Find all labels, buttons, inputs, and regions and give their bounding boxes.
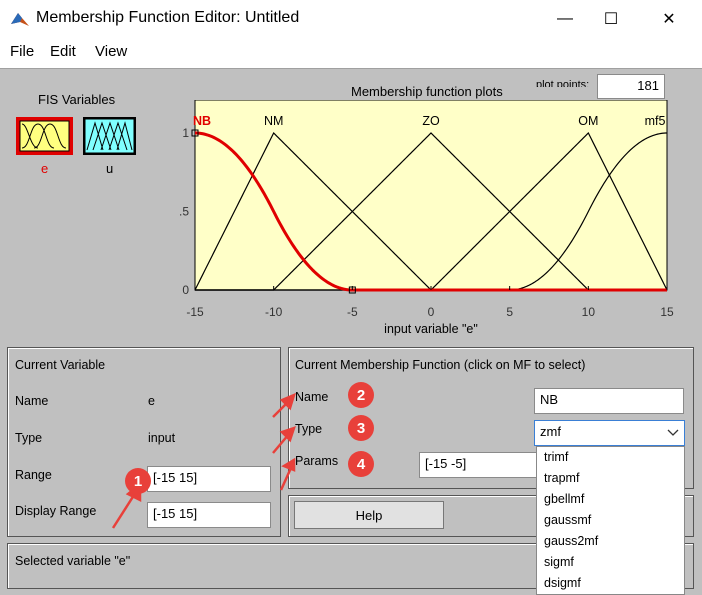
variable-type-value: input [148, 431, 176, 445]
y-tick-label: 1 [182, 126, 189, 140]
mf-name-input[interactable]: NB [534, 388, 684, 414]
range-label: Range [15, 468, 52, 482]
variable-name-label: Name [15, 394, 49, 408]
y-tick-label: 0 [182, 283, 189, 297]
menu-edit[interactable]: Edit [50, 43, 76, 60]
annotation-badge-4: 4 [348, 451, 374, 477]
annotation-badge-3: 3 [348, 415, 374, 441]
x-tick-label: 15 [660, 305, 674, 319]
x-tick-label: 0 [428, 305, 435, 319]
display-range-label: Display Range [15, 504, 97, 518]
matlab-icon [10, 9, 30, 29]
mf-name-label: Name [295, 390, 329, 404]
mf-type-selected: zmf [540, 424, 561, 439]
mf-label-NB[interactable]: NB [193, 114, 211, 128]
mf-label-NM[interactable]: NM [264, 114, 283, 128]
mf-type-dropdown-list: trimf trapmf gbellmf gaussmf gauss2mf si… [536, 446, 685, 595]
y-tick-label: 0.5 [180, 205, 189, 219]
annotation-badge-1: 1 [125, 468, 151, 494]
dropdown-option-trapmf[interactable]: trapmf [537, 468, 684, 489]
mf-type-select[interactable]: zmf [534, 420, 685, 446]
chevron-down-icon [666, 424, 680, 440]
dropdown-option-gbellmf[interactable]: gbellmf [537, 489, 684, 510]
dropdown-option-dsigmf[interactable]: dsigmf [537, 573, 684, 594]
input-variable-e-icon[interactable] [16, 117, 73, 155]
annotation-badge-2: 2 [348, 382, 374, 408]
plot-points-label: plot points: [536, 79, 590, 87]
close-icon: ✕ [662, 11, 676, 28]
display-range-input[interactable]: [-15 15] [147, 502, 271, 528]
mf-label-mf5[interactable]: mf5 [645, 114, 666, 128]
mf-type-label: Type [295, 422, 323, 436]
minimize-button[interactable]: — [542, 0, 588, 38]
maximize-button[interactable]: ☐ [588, 0, 634, 38]
current-mf-heading: Current Membership Function (click on MF… [295, 358, 586, 372]
output-variable-u-icon[interactable] [83, 117, 136, 155]
menu-view[interactable]: View [95, 43, 127, 60]
menu-file[interactable]: File [10, 43, 34, 60]
variable-name-value: e [148, 394, 155, 408]
x-tick-label: 5 [506, 305, 513, 319]
dropdown-option-trimf[interactable]: trimf [537, 447, 684, 468]
status-text: Selected variable "e" [15, 554, 131, 568]
output-variable-label: u [106, 161, 114, 176]
fis-variables-label: FIS Variables [38, 92, 116, 107]
plot-title: Membership function plots [351, 84, 503, 99]
mf-label-ZO[interactable]: ZO [422, 114, 440, 128]
current-variable-heading: Current Variable [15, 358, 106, 372]
input-variable-label: e [41, 161, 49, 176]
x-axis-label: input variable "e" [384, 322, 478, 336]
mf-label-OM[interactable]: OM [578, 114, 598, 128]
x-tick-label: -5 [347, 305, 358, 319]
help-button[interactable]: Help [294, 501, 444, 529]
mf-params-input[interactable]: [-15 -5] [419, 452, 537, 478]
x-tick-label: -15 [186, 305, 204, 319]
range-input[interactable]: [-15 15] [147, 466, 271, 492]
close-button[interactable]: ✕ [646, 0, 692, 38]
maximize-icon: ☐ [603, 11, 619, 28]
mf-params-label: Params [295, 454, 339, 468]
x-tick-label: -10 [265, 305, 283, 319]
dropdown-option-gaussmf[interactable]: gaussmf [537, 510, 684, 531]
dropdown-option-gauss2mf[interactable]: gauss2mf [537, 531, 684, 552]
window-title: Membership Function Editor: Untitled [36, 9, 300, 26]
x-tick-label: 10 [582, 305, 596, 319]
minimize-icon: — [557, 10, 573, 27]
plot-points-input[interactable]: 181 [597, 74, 665, 99]
variable-type-label: Type [15, 431, 43, 445]
membership-function-plot[interactable]: NB NM ZO OM mf5 -15 -10 -5 0 5 10 15 0 0.5 1 input var… [180, 100, 680, 340]
dropdown-option-sigmf[interactable]: sigmf [537, 552, 684, 573]
